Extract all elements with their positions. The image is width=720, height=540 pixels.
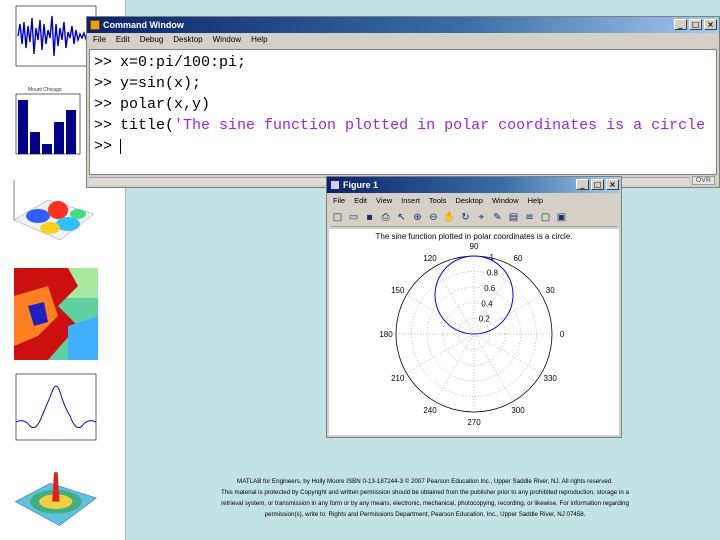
menu-help[interactable]: Help [528,194,543,208]
command-code: x=0:pi/100:pi; [120,54,247,71]
menu-file[interactable]: File [93,33,106,47]
command-line: >> x=0:pi/100:pi; [94,52,246,73]
theta-tick-label: 0 [560,330,565,339]
command-code: title( [120,117,175,134]
polar-plot: 0 30 60 90 120 150 180 210 240 270 300 330 0.2 0.4 0.6… [379,242,565,427]
figure-window-titlebar[interactable]: Figure 1 _ □ × [327,177,621,193]
menu-debug[interactable]: Debug [140,33,164,47]
menu-insert[interactable]: Insert [401,194,420,208]
theta-tick-label: 30 [546,286,555,295]
pointer-icon[interactable]: ↖ [395,211,408,224]
prompt: >> [94,138,113,155]
menu-edit[interactable]: Edit [116,33,130,47]
brush-icon[interactable]: ✎ [491,211,504,224]
prompt: >> [94,75,113,92]
minimize-button[interactable]: _ [674,19,687,30]
theta-tick-label: 60 [514,254,523,263]
colorbar-icon[interactable]: ▤ [507,211,520,224]
new-file-icon[interactable]: □ [331,211,344,224]
menu-view[interactable]: View [376,194,392,208]
menu-desktop[interactable]: Desktop [455,194,483,208]
zoom-out-icon[interactable]: ⊖ [427,211,440,224]
footer-line: retrieval system, or transmission in any… [221,500,629,507]
figure-toolbar: □ ▭ ▪ ⎙ ↖ ⊕ ⊖ ✋ ↻ ⌖ ✎ ▤ ≡ ▢ ▣ [331,209,617,227]
copyright-footer: MATLAB for Engineers, by Holly Moore ISB… [180,476,670,520]
prompt: >> [94,54,113,71]
command-window-menubar: File Edit Debug Desktop Window Help [87,33,719,47]
r-tick-label: 0.6 [484,284,496,293]
data-cursor-icon[interactable]: ⌖ [475,211,488,224]
command-window-titlebar[interactable]: Command Window _ □ × [87,17,719,33]
pan-icon[interactable]: ✋ [443,211,456,224]
figure-window-title: Figure 1 [343,180,379,190]
command-line: >> y=sin(x); [94,73,201,94]
menu-tools[interactable]: Tools [429,194,447,208]
figure-window: Figure 1 _ □ × File Edit View Insert Too… [326,176,622,438]
rotate-icon[interactable]: ↻ [459,211,472,224]
hide-tools-icon[interactable]: ▢ [539,211,552,224]
menu-window[interactable]: Window [492,194,519,208]
theta-tick-label: 210 [391,374,405,383]
command-text-area[interactable]: >> x=0:pi/100:pi; >> y=sin(x); >> polar(x,y… [89,49,717,175]
theta-tick-label: 120 [423,254,437,263]
r-tick-label: 0.8 [487,269,499,278]
r-tick-label: 0.2 [479,315,491,324]
thumbnail-mesh-plot [14,472,97,526]
print-icon[interactable]: ⎙ [379,211,392,224]
theta-tick-label: 150 [391,286,405,295]
command-line: >> polar(x,y) [94,94,210,115]
menu-desktop[interactable]: Desktop [173,33,202,47]
thumbnail-sinc-plot [15,373,97,441]
figure-window-menubar: File Edit View Insert Tools Desktop Wind… [327,194,621,208]
prompt: >> [94,117,113,134]
theta-tick-label: 240 [423,406,437,415]
matlab-icon [90,20,100,30]
show-tools-icon[interactable]: ▣ [555,211,568,224]
close-button[interactable]: × [606,179,619,190]
figure-canvas: The sine function plotted in polar coord… [329,229,619,435]
plot-title: The sine function plotted in polar coord… [375,232,573,241]
prompt: >> [94,96,113,113]
figure-icon [330,180,340,190]
footer-line: MATLAB for Engineers, by Holly Moore ISB… [237,478,613,485]
zoom-in-icon[interactable]: ⊕ [411,211,424,224]
maximize-button[interactable]: □ [689,19,702,30]
menu-file[interactable]: File [333,194,345,208]
theta-tick-label: 90 [470,242,479,251]
footer-line: This material is protected by Copyright … [221,489,629,496]
command-window: Command Window _ □ × File Edit Debug Des… [86,16,720,188]
legend-icon[interactable]: ≡ [523,211,536,224]
menu-edit[interactable]: Edit [354,194,367,208]
command-line-active[interactable]: >> [94,136,122,157]
minimize-button[interactable]: _ [576,179,589,190]
save-icon[interactable]: ▪ [363,211,376,224]
command-code: y=sin(x); [120,75,202,92]
maximize-button[interactable]: □ [591,179,604,190]
command-window-title: Command Window [103,20,184,30]
command-code: polar(x,y) [120,96,211,113]
footer-line: permission(s), write to: Rights and Perm… [264,511,586,518]
overwrite-status: OVR [691,176,715,185]
open-folder-icon[interactable]: ▭ [347,211,360,224]
command-string: 'The sine function plotted in polar coor… [174,117,706,134]
thumbnail-fractal-image [14,268,98,360]
theta-tick-label: 180 [379,330,393,339]
r-tick-label: 0.4 [481,299,493,308]
menu-help[interactable]: Help [251,33,267,47]
command-line: >> title('The sine function plotted in po… [94,115,705,136]
theta-tick-label: 270 [467,418,481,427]
menu-window[interactable]: Window [213,33,241,47]
theta-tick-label: 330 [544,374,558,383]
theta-tick-label: 300 [511,406,525,415]
close-button[interactable]: × [704,19,717,30]
text-caret [120,138,122,154]
